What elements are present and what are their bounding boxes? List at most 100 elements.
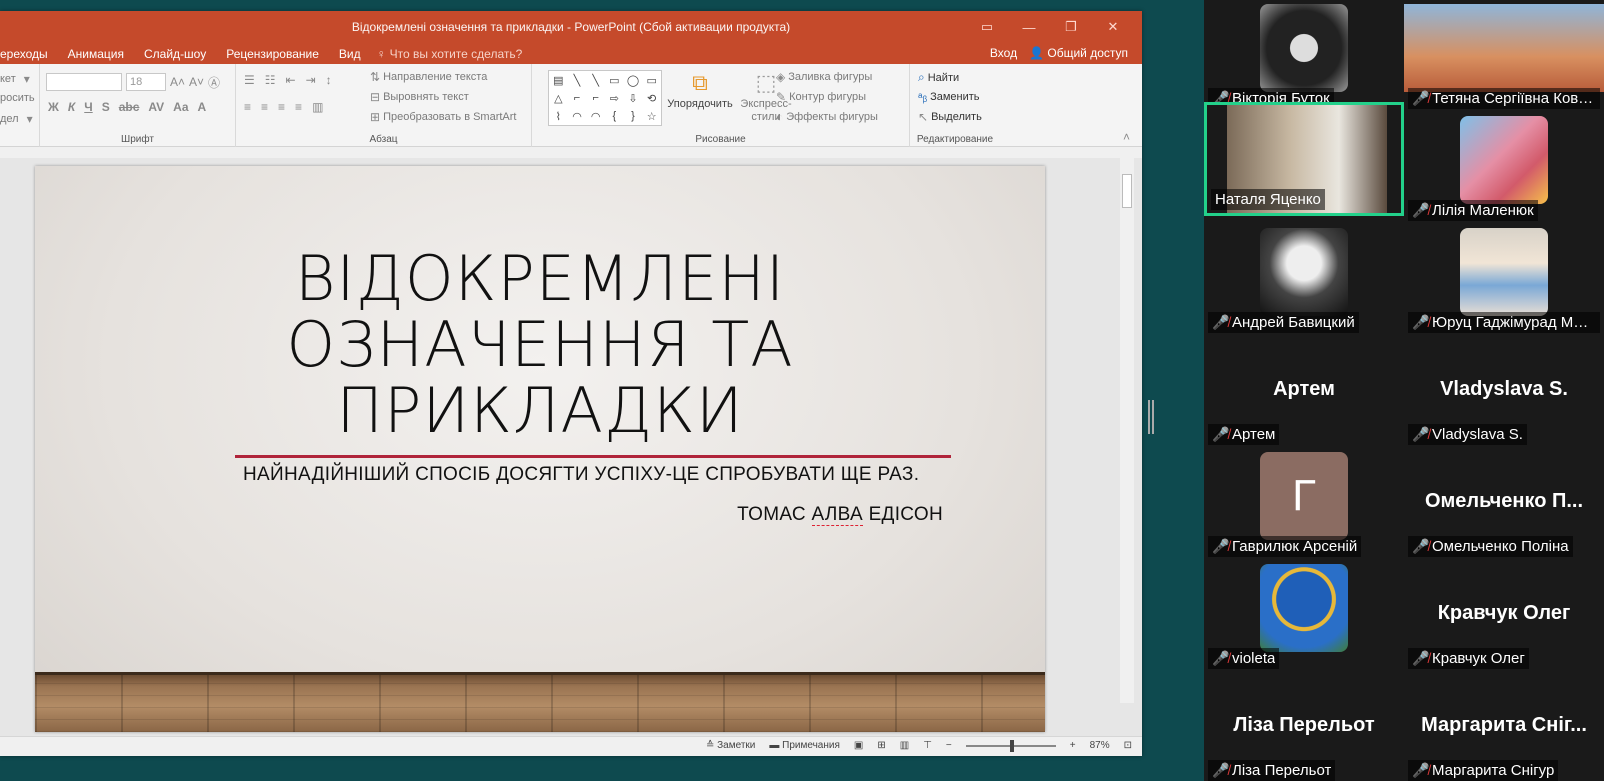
tab-view[interactable]: Вид — [329, 47, 371, 61]
tab-slideshow[interactable]: Слайд-шоу — [134, 47, 216, 61]
participant-tile[interactable]: Кравчук Олег 🎤̸ Кравчук Олег — [1404, 560, 1604, 672]
reset-button[interactable]: росить — [0, 92, 35, 104]
author-first: ТОМАС — [737, 504, 812, 525]
tab-animation[interactable]: Анимация — [58, 47, 134, 61]
select-label: Выделить — [931, 111, 982, 123]
reading-view-icon[interactable]: ▥ — [900, 740, 909, 751]
fit-slide-icon[interactable]: ⊡ — [1124, 740, 1132, 751]
participant-tile[interactable]: 🎤̸ Вікторія Буток — [1204, 0, 1404, 112]
participant-tile[interactable]: Vladyslava S. 🎤̸ Vladyslava S. — [1404, 336, 1604, 448]
minimize-icon[interactable]: — — [1008, 15, 1050, 39]
font-group: 18 A˄ A˅ Ⓐ Ж К Ч S abc AV Aa A Шрифт — [40, 64, 236, 147]
text-direction-button[interactable]: ⇅ Направление текста — [370, 70, 487, 84]
justify-icon[interactable]: ≡ — [295, 100, 302, 114]
font-name-combobox[interactable] — [46, 73, 122, 91]
notes-label: Заметки — [717, 740, 756, 751]
drawing-group: ▤ ╲ ╲ ▭ ◯ ▭ △ ⌐ ⌐ ⇨ ⇩ ⟲ ⌇ ◠ ◠{} ☆ ⧉ Упорядочить ⬚ Экс… — [532, 64, 910, 147]
participant-tile[interactable]: Артем 🎤̸ Артем — [1204, 336, 1404, 448]
muted-mic-icon: 🎤̸ — [1412, 762, 1430, 778]
font-size-combobox[interactable]: 18 — [126, 73, 166, 91]
slide-author[interactable]: ТОМАС АЛВА ЕДІСОН — [737, 504, 943, 526]
participant-display-name: Ліза Перельот — [1233, 714, 1375, 736]
align-text-button[interactable]: ⊟ Выровнять текст — [370, 90, 469, 104]
shape-effects-button[interactable]: ◐ Эффекты фигуры — [776, 110, 878, 124]
smartart-label: Преобразовать в SmartArt — [383, 111, 517, 123]
participant-tile[interactable]: 🎤̸ Юруц Гаджімурад МЛ№... — [1404, 224, 1604, 336]
line-spacing-icon[interactable]: ↕ — [326, 73, 332, 87]
participant-tile[interactable]: 🎤̸ Андрей Бавицкий — [1204, 224, 1404, 336]
ribbon-display-options-icon[interactable]: ▭ — [966, 15, 1008, 39]
smartart-button[interactable]: ⊞ Преобразовать в SmartArt — [370, 110, 517, 124]
shape-outline-button[interactable]: ✎ Контур фигуры — [776, 90, 866, 104]
signin-link[interactable]: Вход — [990, 46, 1017, 60]
participant-tile[interactable]: Ліза Перельот 🎤̸ Ліза Перельот — [1204, 672, 1404, 781]
participant-name: Vladyslava S. — [1432, 426, 1523, 443]
select-button[interactable]: ↖ Выделить — [918, 110, 982, 124]
participant-tile-active-speaker[interactable]: Наталя Яценко — [1204, 102, 1404, 216]
participant-display-name: Кравчук Олег — [1437, 602, 1571, 624]
strikethrough-icon[interactable]: abc — [119, 100, 140, 114]
change-case-icon[interactable]: Aa — [173, 100, 188, 114]
arrange-button[interactable]: ⧉ Упорядочить — [667, 70, 732, 110]
shadow-icon[interactable]: S — [102, 100, 110, 114]
participant-photo — [1460, 116, 1548, 204]
shape-outline-label: Контур фигуры — [789, 91, 866, 103]
panel-splitter[interactable] — [1148, 400, 1154, 434]
slideshow-view-icon[interactable]: ⊤ — [923, 740, 932, 751]
bullets-icon[interactable]: ☰ — [244, 73, 255, 87]
slide-sorter-icon[interactable]: ⊞ — [877, 740, 885, 751]
decrease-font-icon[interactable]: A˅ — [189, 75, 204, 89]
numbering-icon[interactable]: ☷ — [265, 73, 276, 87]
slide-editing-area[interactable]: ВІДОКРЕМЛЕНІ ОЗНАЧЕННЯ ТА ПРИКЛАДКИ НАЙН… — [0, 158, 1142, 736]
slide-quote[interactable]: НАЙНАДІЙНІШИЙ СПОСІБ ДОСЯГТИ УСПІХУ-ЦЕ С… — [243, 464, 919, 486]
participant-tile[interactable]: Омельченко П... 🎤̸ Омельченко Поліна — [1404, 448, 1604, 560]
close-icon[interactable]: ✕ — [1092, 15, 1134, 39]
layout-button[interactable]: кет — [0, 73, 16, 85]
shape-fill-button[interactable]: ◈ Заливка фигуры — [776, 70, 872, 84]
effects-icon: ◐ — [776, 110, 784, 124]
font-color-icon[interactable]: A — [198, 100, 207, 114]
notes-button[interactable]: ≙ Заметки — [706, 740, 755, 751]
replace-button[interactable]: ᵃᵦ Заменить — [918, 90, 980, 104]
tab-transitions[interactable]: ереходы — [0, 47, 58, 61]
align-right-icon[interactable]: ≡ — [278, 100, 285, 114]
pen-icon: ✎ — [776, 90, 787, 104]
participant-tile[interactable]: Г 🎤̸ Гаврилюк Арсеній — [1204, 448, 1404, 560]
align-center-icon[interactable]: ≡ — [261, 100, 268, 114]
title-bar: Відокремлені означення та прикладки - Po… — [0, 11, 1142, 43]
comments-button[interactable]: ▬ Примечания — [769, 740, 840, 751]
decrease-indent-icon[interactable]: ⇤ — [286, 73, 296, 87]
participant-tile[interactable]: Маргарита Сніг... 🎤̸ Маргарита Снігур — [1404, 672, 1604, 781]
quick-styles-icon: ⬚ — [755, 70, 777, 95]
section-button[interactable]: дел — [0, 113, 19, 125]
zoom-slider-knob[interactable] — [1009, 739, 1014, 752]
columns-icon[interactable]: ▥ — [312, 100, 323, 114]
find-button[interactable]: ⌕ Найти — [918, 70, 959, 85]
increase-font-icon[interactable]: A˄ — [170, 75, 185, 89]
scroll-thumb[interactable] — [1122, 174, 1132, 208]
normal-view-icon[interactable]: ▣ — [854, 740, 863, 751]
zoom-in-icon[interactable]: + — [1070, 740, 1076, 751]
zoom-slider[interactable] — [965, 739, 1056, 752]
vertical-scrollbar[interactable] — [1120, 158, 1134, 703]
underline-icon[interactable]: Ч — [84, 100, 92, 114]
tab-review[interactable]: Рецензирование — [216, 47, 329, 61]
participant-tile[interactable]: 🎤̸ Лілія Маленюк — [1404, 112, 1604, 224]
shapes-gallery[interactable]: ▤ ╲ ╲ ▭ ◯ ▭ △ ⌐ ⌐ ⇨ ⇩ ⟲ ⌇ ◠ ◠{} ☆ — [548, 70, 662, 126]
zoom-level[interactable]: 87% — [1090, 740, 1110, 751]
slide-title[interactable]: ВІДОКРЕМЛЕНІ ОЗНАЧЕННЯ ТА ПРИКЛАДКИ — [35, 246, 1045, 444]
clear-formatting-icon[interactable]: Ⓐ — [208, 74, 220, 91]
increase-indent-icon[interactable]: ⇥ — [306, 73, 316, 87]
bold-icon[interactable]: Ж — [48, 100, 59, 114]
restore-icon[interactable]: ❐ — [1050, 15, 1092, 39]
participant-tile[interactable]: 🎤̸ violeta — [1204, 560, 1404, 672]
tell-me-search[interactable]: ♀ Что вы хотите сделать? — [377, 47, 523, 61]
share-button[interactable]: 👤 Общий доступ — [1029, 46, 1128, 60]
participant-tile[interactable]: 🎤̸ Тетяна Сергіївна Кова... — [1404, 0, 1604, 112]
collapse-ribbon-icon[interactable]: ˄ — [1123, 130, 1130, 144]
align-left-icon[interactable]: ≡ — [244, 100, 251, 114]
italic-icon[interactable]: К — [68, 100, 75, 114]
character-spacing-icon[interactable]: AV — [148, 100, 164, 114]
zoom-out-icon[interactable]: − — [946, 740, 952, 751]
slide[interactable]: ВІДОКРЕМЛЕНІ ОЗНАЧЕННЯ ТА ПРИКЛАДКИ НАЙН… — [35, 166, 1045, 732]
